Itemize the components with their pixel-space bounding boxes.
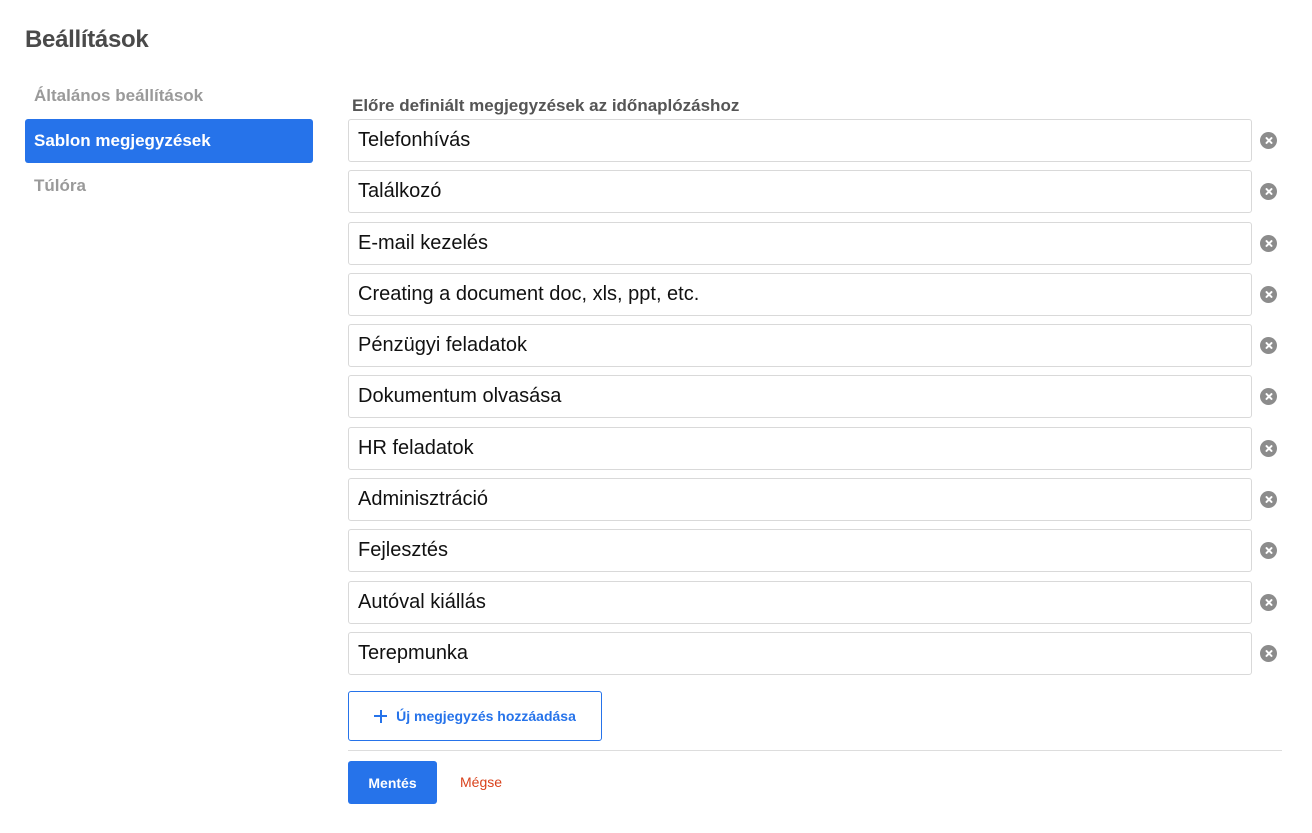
- page-title: Beállítások: [25, 26, 149, 53]
- sidebar-item-general-settings[interactable]: Általános beállítások: [25, 74, 313, 118]
- note-input[interactable]: [348, 631, 1252, 675]
- note-row: [348, 170, 1282, 214]
- save-button[interactable]: Mentés: [348, 761, 437, 804]
- note-input[interactable]: [348, 170, 1252, 214]
- note-input[interactable]: [348, 478, 1252, 522]
- note-list: [348, 119, 1282, 675]
- close-circle-icon[interactable]: [1260, 132, 1277, 149]
- settings-page: Beállítások Általános beállítások Sablon…: [0, 0, 1312, 833]
- sidebar-item-template-notes[interactable]: Sablon megjegyzések: [25, 119, 313, 163]
- note-input[interactable]: [348, 221, 1252, 265]
- close-circle-icon[interactable]: [1260, 183, 1277, 201]
- close-circle-icon[interactable]: [1260, 593, 1277, 611]
- plus-icon: [374, 709, 388, 723]
- close-circle-icon[interactable]: [1260, 644, 1277, 662]
- close-circle-icon[interactable]: [1260, 285, 1277, 303]
- close-circle-icon[interactable]: [1260, 388, 1277, 406]
- note-input[interactable]: [348, 324, 1252, 368]
- note-row: [348, 478, 1282, 522]
- note-input[interactable]: [348, 529, 1252, 573]
- sidebar-item-overtime[interactable]: Túlóra: [25, 164, 313, 208]
- cancel-button[interactable]: Mégse: [460, 761, 502, 804]
- template-notes-panel: Előre definiált megjegyzések az időnapló…: [348, 92, 1282, 804]
- divider: [348, 750, 1282, 751]
- close-circle-icon[interactable]: [1260, 439, 1277, 457]
- note-row: [348, 631, 1282, 675]
- note-input[interactable]: [348, 426, 1252, 470]
- note-input[interactable]: [348, 272, 1252, 316]
- note-input[interactable]: [348, 580, 1252, 624]
- note-row: [348, 375, 1282, 419]
- note-row: [348, 119, 1282, 162]
- close-circle-icon[interactable]: [1260, 337, 1277, 355]
- close-circle-icon[interactable]: [1260, 491, 1277, 509]
- add-note-button[interactable]: Új megjegyzés hozzáadása: [348, 691, 602, 741]
- note-row: [348, 272, 1282, 316]
- note-row: [348, 324, 1282, 368]
- add-note-label: Új megjegyzés hozzáadása: [396, 708, 576, 724]
- sidebar-item-label: Túlóra: [34, 176, 86, 195]
- note-input[interactable]: [348, 375, 1252, 419]
- sidebar-item-label: Sablon megjegyzések: [34, 131, 211, 150]
- note-row: [348, 221, 1282, 265]
- settings-sidebar: Általános beállítások Sablon megjegyzése…: [25, 74, 313, 209]
- note-row: [348, 580, 1282, 624]
- close-circle-icon[interactable]: [1260, 542, 1277, 560]
- note-row: [348, 529, 1282, 573]
- note-input[interactable]: [348, 119, 1252, 162]
- section-label: Előre definiált megjegyzések az időnapló…: [352, 96, 740, 115]
- sidebar-item-label: Általános beállítások: [34, 86, 204, 105]
- close-circle-icon[interactable]: [1260, 234, 1277, 252]
- note-row: [348, 426, 1282, 470]
